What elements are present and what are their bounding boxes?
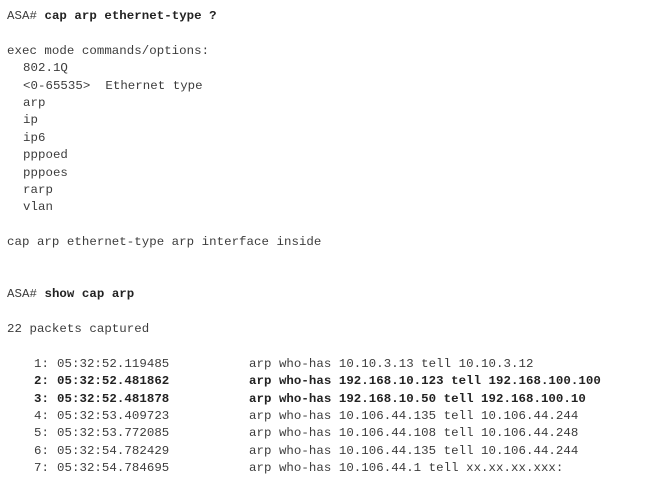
packet-description: arp who-has 10.10.3.13 tell 10.10.3.12: [249, 356, 534, 371]
packet-description: arp who-has 192.168.10.50 tell 192.168.1…: [249, 391, 586, 406]
option-item: pppoes: [23, 165, 68, 180]
option-item: pppoed: [23, 148, 68, 163]
packet-row-highlighted: 3: 05:32:52.481878 arp who-has 192.168.1…: [7, 391, 601, 408]
packet-description: arp who-has 10.106.44.135 tell 10.106.44…: [249, 443, 579, 458]
packet-row: 7: 05:32:54.784695 arp who-has 10.106.44…: [7, 460, 601, 477]
packet-time: 05:32:53.409723: [57, 409, 170, 423]
prompt: ASA#: [7, 9, 37, 23]
packet-time: 05:32:52.481878: [57, 391, 170, 406]
prompt: ASA#: [7, 287, 37, 302]
packet-row: 1: 05:32:52.119485 arp who-has 10.10.3.1…: [7, 356, 601, 373]
command-line-2: ASA# show cap arp: [7, 286, 601, 303]
packet-number: 7:: [34, 461, 49, 476]
command-text: show cap arp: [44, 287, 135, 302]
packet-time: 05:32:54.782429: [57, 443, 170, 458]
option-item: ip6: [23, 130, 46, 145]
option-item: vlan: [23, 200, 53, 215]
packet-description: arp who-has 10.106.44.108 tell 10.106.44…: [249, 426, 579, 441]
option-item: <0-65535> Ethernet type: [23, 78, 203, 93]
packet-row: 4: 05:32:53.409723 arp who-has 10.106.44…: [7, 408, 601, 425]
packet-row: 5: 05:32:53.772085 arp who-has 10.106.44…: [7, 425, 601, 442]
option-item: rarp: [23, 182, 53, 197]
packet-row: 6: 05:32:54.782429 arp who-has 10.106.44…: [7, 443, 601, 460]
option-item: 802.1Q: [23, 61, 68, 76]
packet-time: 05:32:54.784695: [57, 461, 170, 476]
packet-number: 1:: [34, 356, 49, 371]
option-item: arp: [23, 95, 46, 110]
packet-time: 05:32:52.481862: [57, 374, 170, 389]
packet-time: 05:32:53.772085: [57, 426, 170, 441]
options-header: exec mode commands/options:: [7, 43, 210, 58]
packet-description: arp who-has 10.106.44.1 tell xx.xx.xx.xx…: [249, 461, 564, 476]
example-command: cap arp ethernet-type arp interface insi…: [7, 235, 322, 250]
terminal-output: ASA# cap arp ethernet-type ? exec mode c…: [7, 8, 601, 478]
packet-number: 4:: [34, 409, 49, 423]
packet-number: 3:: [34, 391, 49, 406]
packet-description: arp who-has 10.106.44.135 tell 10.106.44…: [249, 409, 579, 423]
command-line-1: ASA# cap arp ethernet-type ?: [7, 8, 601, 25]
packet-number: 2:: [34, 374, 49, 389]
capture-summary: 22 packets captured: [7, 322, 150, 337]
packet-time: 05:32:52.119485: [57, 356, 170, 371]
command-text: cap arp ethernet-type ?: [44, 9, 217, 23]
packet-row-highlighted: 2: 05:32:52.481862 arp who-has 192.168.1…: [7, 373, 601, 390]
option-item: ip: [23, 113, 38, 128]
packet-number: 5:: [34, 426, 49, 441]
packet-number: 6:: [34, 443, 49, 458]
packet-description: arp who-has 192.168.10.123 tell 192.168.…: [249, 374, 601, 389]
